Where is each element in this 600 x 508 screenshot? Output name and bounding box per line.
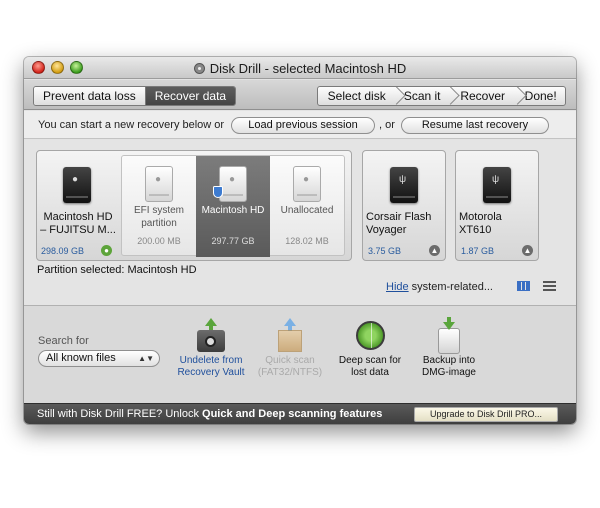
recover-data-tab[interactable]: Recover data (144, 87, 236, 105)
zoom-button[interactable] (70, 61, 83, 74)
deep-scan-label: Deep scan for lost data (338, 355, 402, 378)
radar-dish-icon (356, 321, 385, 350)
system-related-text: system-related... (408, 281, 493, 293)
eject-icon[interactable]: ▲ (522, 245, 533, 256)
macintosh-hd-drive-card[interactable]: ● Macintosh HD – FUJITSU M... 298.09 GB … (37, 151, 119, 260)
radar-icon (353, 318, 387, 352)
partition-drive-icon: ● (145, 166, 173, 202)
drive-name: Motorola XT610 (459, 211, 502, 236)
footer-message: Still with Disk Drill FREE? Unlock Quick… (37, 408, 382, 420)
drive-size: 3.75 GB (368, 246, 402, 256)
drive-list: ● Macintosh HD – FUJITSU M... 298.09 GB … (24, 140, 576, 305)
prevent-data-loss-tab[interactable]: Prevent data loss (34, 87, 145, 105)
quick-scan-button[interactable]: Quick scan (FAT32/NTFS) (253, 318, 327, 379)
apple-icon: ● (303, 174, 310, 185)
up-arrow-icon (205, 318, 217, 331)
partition-selected-label: Partition selected: Macintosh HD (37, 264, 197, 276)
partition-size: 297.77 GB (211, 236, 255, 246)
footer-message-plain: Still with Disk Drill FREE? Unlock (37, 408, 203, 420)
step-recover[interactable]: Recover (449, 87, 516, 105)
usb-icon: ψ (399, 174, 407, 185)
partition-card-macintosh-hd[interactable]: ● Macintosh HD 297.77 GB (196, 156, 270, 257)
file-type-value: All known files (46, 352, 116, 364)
footer-message-bold: Quick and Deep scanning features (202, 408, 383, 420)
window-title: Disk Drill - selected Macintosh HD (209, 61, 407, 76)
partition-size: 128.02 MB (285, 236, 329, 246)
resume-last-recovery-button[interactable]: Resume last recovery (401, 117, 549, 134)
drive-size: 1.87 GB (461, 246, 495, 256)
title-bar: Disk Drill - selected Macintosh HD (24, 57, 576, 79)
chevron-up-down-icon: ▲▼ (138, 354, 154, 363)
action-panel: Search for All known files ▲▼ Undelete f… (24, 305, 576, 403)
corsair-drive-card[interactable]: ψ Corsair Flash Voyager 3.75 GB ▲ (362, 150, 446, 261)
minimize-button[interactable] (51, 61, 64, 74)
grid-view-icon[interactable] (517, 281, 530, 291)
macintosh-hd-drive-group: ● Macintosh HD – FUJITSU M... 298.09 GB … (36, 150, 352, 261)
backup-dmg-button[interactable]: Backup into DMG-image (412, 317, 486, 379)
recovery-vault-icon (194, 318, 228, 352)
upgrade-footer: Still with Disk Drill FREE? Unlock Quick… (24, 403, 576, 424)
partition-drive-icon: ● (219, 166, 247, 202)
mode-switcher: Prevent data loss Recover data (33, 86, 237, 106)
step-done[interactable]: Done! (516, 87, 565, 105)
step-select-disk[interactable]: Select disk (318, 87, 395, 105)
undelete-recovery-vault-button[interactable]: Undelete from Recovery Vault (172, 318, 250, 379)
box-body-icon (278, 330, 302, 352)
undelete-label: Undelete from Recovery Vault (177, 355, 245, 378)
system-related-toggle: Hide system-related... (386, 281, 493, 293)
recovery-vault-shield-icon (213, 186, 223, 198)
partition-size: 200.00 MB (137, 236, 181, 246)
vault-dial-icon (205, 336, 216, 347)
usb-drive-icon: ψ (390, 167, 418, 203)
drive-name: Corsair Flash Voyager (366, 211, 432, 236)
info-or-text: , or (379, 119, 395, 131)
info-text: You can start a new recovery below or (38, 119, 225, 131)
partition-strip: ● EFI system partition 200.00 MB ● Macin… (121, 155, 345, 257)
partition-name: EFI system partition (133, 205, 184, 229)
partition-card-efi[interactable]: ● EFI system partition 200.00 MB (122, 156, 196, 257)
partition-drive-icon: ● (293, 166, 321, 202)
partition-card-unallocated[interactable]: ● Unallocated 128.02 MB (270, 156, 344, 257)
quick-scan-box-icon (273, 318, 307, 352)
search-for-label: Search for (38, 335, 89, 347)
dmg-image-icon (432, 317, 466, 354)
down-arrow-icon (443, 317, 455, 330)
partition-name: Macintosh HD (201, 205, 265, 216)
disk-drill-window: Disk Drill - selected Macintosh HD Preve… (24, 57, 576, 424)
usb-icon: ψ (492, 174, 500, 185)
dmg-body-icon (438, 328, 460, 354)
hide-system-related-link[interactable]: Hide (386, 281, 409, 293)
title-wrap: Disk Drill - selected Macintosh HD (193, 61, 407, 76)
drive-name: Macintosh HD – FUJITSU M... (40, 211, 116, 236)
up-arrow-icon (284, 318, 296, 331)
apple-icon: ● (155, 174, 162, 185)
toolbar: Prevent data loss Recover data Select di… (24, 80, 576, 110)
quick-scan-label: Quick scan (FAT32/NTFS) (257, 355, 323, 378)
load-previous-session-button[interactable]: Load previous session (231, 117, 375, 134)
disk-drill-app-icon (193, 63, 205, 74)
file-type-select[interactable]: All known files ▲▼ (38, 350, 160, 367)
motorola-drive-card[interactable]: ψ Motorola XT610 1.87 GB ▲ (455, 150, 539, 261)
hard-drive-icon: ● (63, 167, 91, 203)
step-breadcrumb: Select disk Scan it Recover Done! (317, 86, 566, 106)
backup-label: Backup into DMG-image (422, 355, 476, 378)
drive-size: 298.09 GB (41, 246, 85, 256)
close-button[interactable] (32, 61, 45, 74)
list-view-icon[interactable] (543, 281, 556, 291)
deep-scan-button[interactable]: Deep scan for lost data (334, 318, 406, 379)
eject-icon[interactable]: ▲ (429, 245, 440, 256)
apple-icon: ● (72, 174, 79, 185)
status-check-icon: ● (101, 245, 112, 256)
apple-icon: ● (229, 174, 236, 185)
partition-name: Unallocated (280, 205, 334, 216)
recovery-info-bar: You can start a new recovery below or Lo… (24, 111, 576, 139)
upgrade-to-pro-button[interactable]: Upgrade to Disk Drill PRO... (414, 407, 558, 422)
usb-drive-icon: ψ (483, 167, 511, 203)
